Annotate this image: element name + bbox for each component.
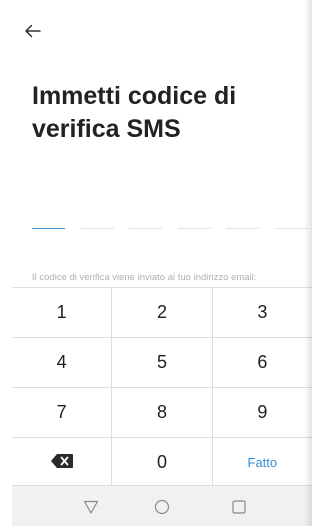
system-navigation-bar bbox=[12, 485, 312, 526]
keypad-row: 1 2 3 bbox=[12, 288, 312, 338]
key-7[interactable]: 7 bbox=[12, 388, 113, 437]
page-title: Immetti codice di verifica SMS bbox=[32, 82, 237, 143]
numeric-keypad: 1 2 3 4 5 6 7 8 9 0 Fatto bbox=[12, 287, 312, 487]
code-slot-3[interactable] bbox=[129, 228, 163, 229]
key-9[interactable]: 9 bbox=[213, 388, 312, 437]
key-8[interactable]: 8 bbox=[112, 388, 213, 437]
backspace-icon bbox=[50, 452, 73, 473]
key-0[interactable]: 0 bbox=[112, 438, 213, 487]
hint-text: Il codice di verifica viene inviato al t… bbox=[32, 272, 257, 283]
triangle-back-icon[interactable] bbox=[82, 498, 100, 516]
square-recents-icon[interactable] bbox=[230, 498, 248, 516]
key-4[interactable]: 4 bbox=[12, 338, 113, 387]
code-slot-4[interactable] bbox=[177, 228, 211, 229]
arrow-left-icon[interactable] bbox=[24, 22, 42, 40]
backspace-key[interactable] bbox=[12, 438, 113, 487]
keypad-row: 4 5 6 bbox=[12, 338, 312, 388]
code-slot-2[interactable] bbox=[80, 228, 114, 229]
code-input[interactable] bbox=[32, 228, 308, 229]
code-slot-6[interactable] bbox=[274, 228, 308, 229]
keypad-row: 0 Fatto bbox=[12, 438, 312, 487]
key-5[interactable]: 5 bbox=[112, 338, 213, 387]
code-slot-1[interactable] bbox=[32, 228, 65, 229]
code-slot-5[interactable] bbox=[226, 228, 260, 229]
key-6[interactable]: 6 bbox=[213, 338, 312, 387]
key-3[interactable]: 3 bbox=[213, 288, 312, 337]
key-1[interactable]: 1 bbox=[12, 288, 113, 337]
verification-screen: Immetti codice di verifica SMS Il codice… bbox=[0, 0, 312, 526]
keypad-row: 7 8 9 bbox=[12, 388, 312, 438]
done-button[interactable]: Fatto bbox=[213, 438, 312, 487]
key-2[interactable]: 2 bbox=[112, 288, 213, 337]
circle-home-icon[interactable] bbox=[153, 498, 171, 516]
